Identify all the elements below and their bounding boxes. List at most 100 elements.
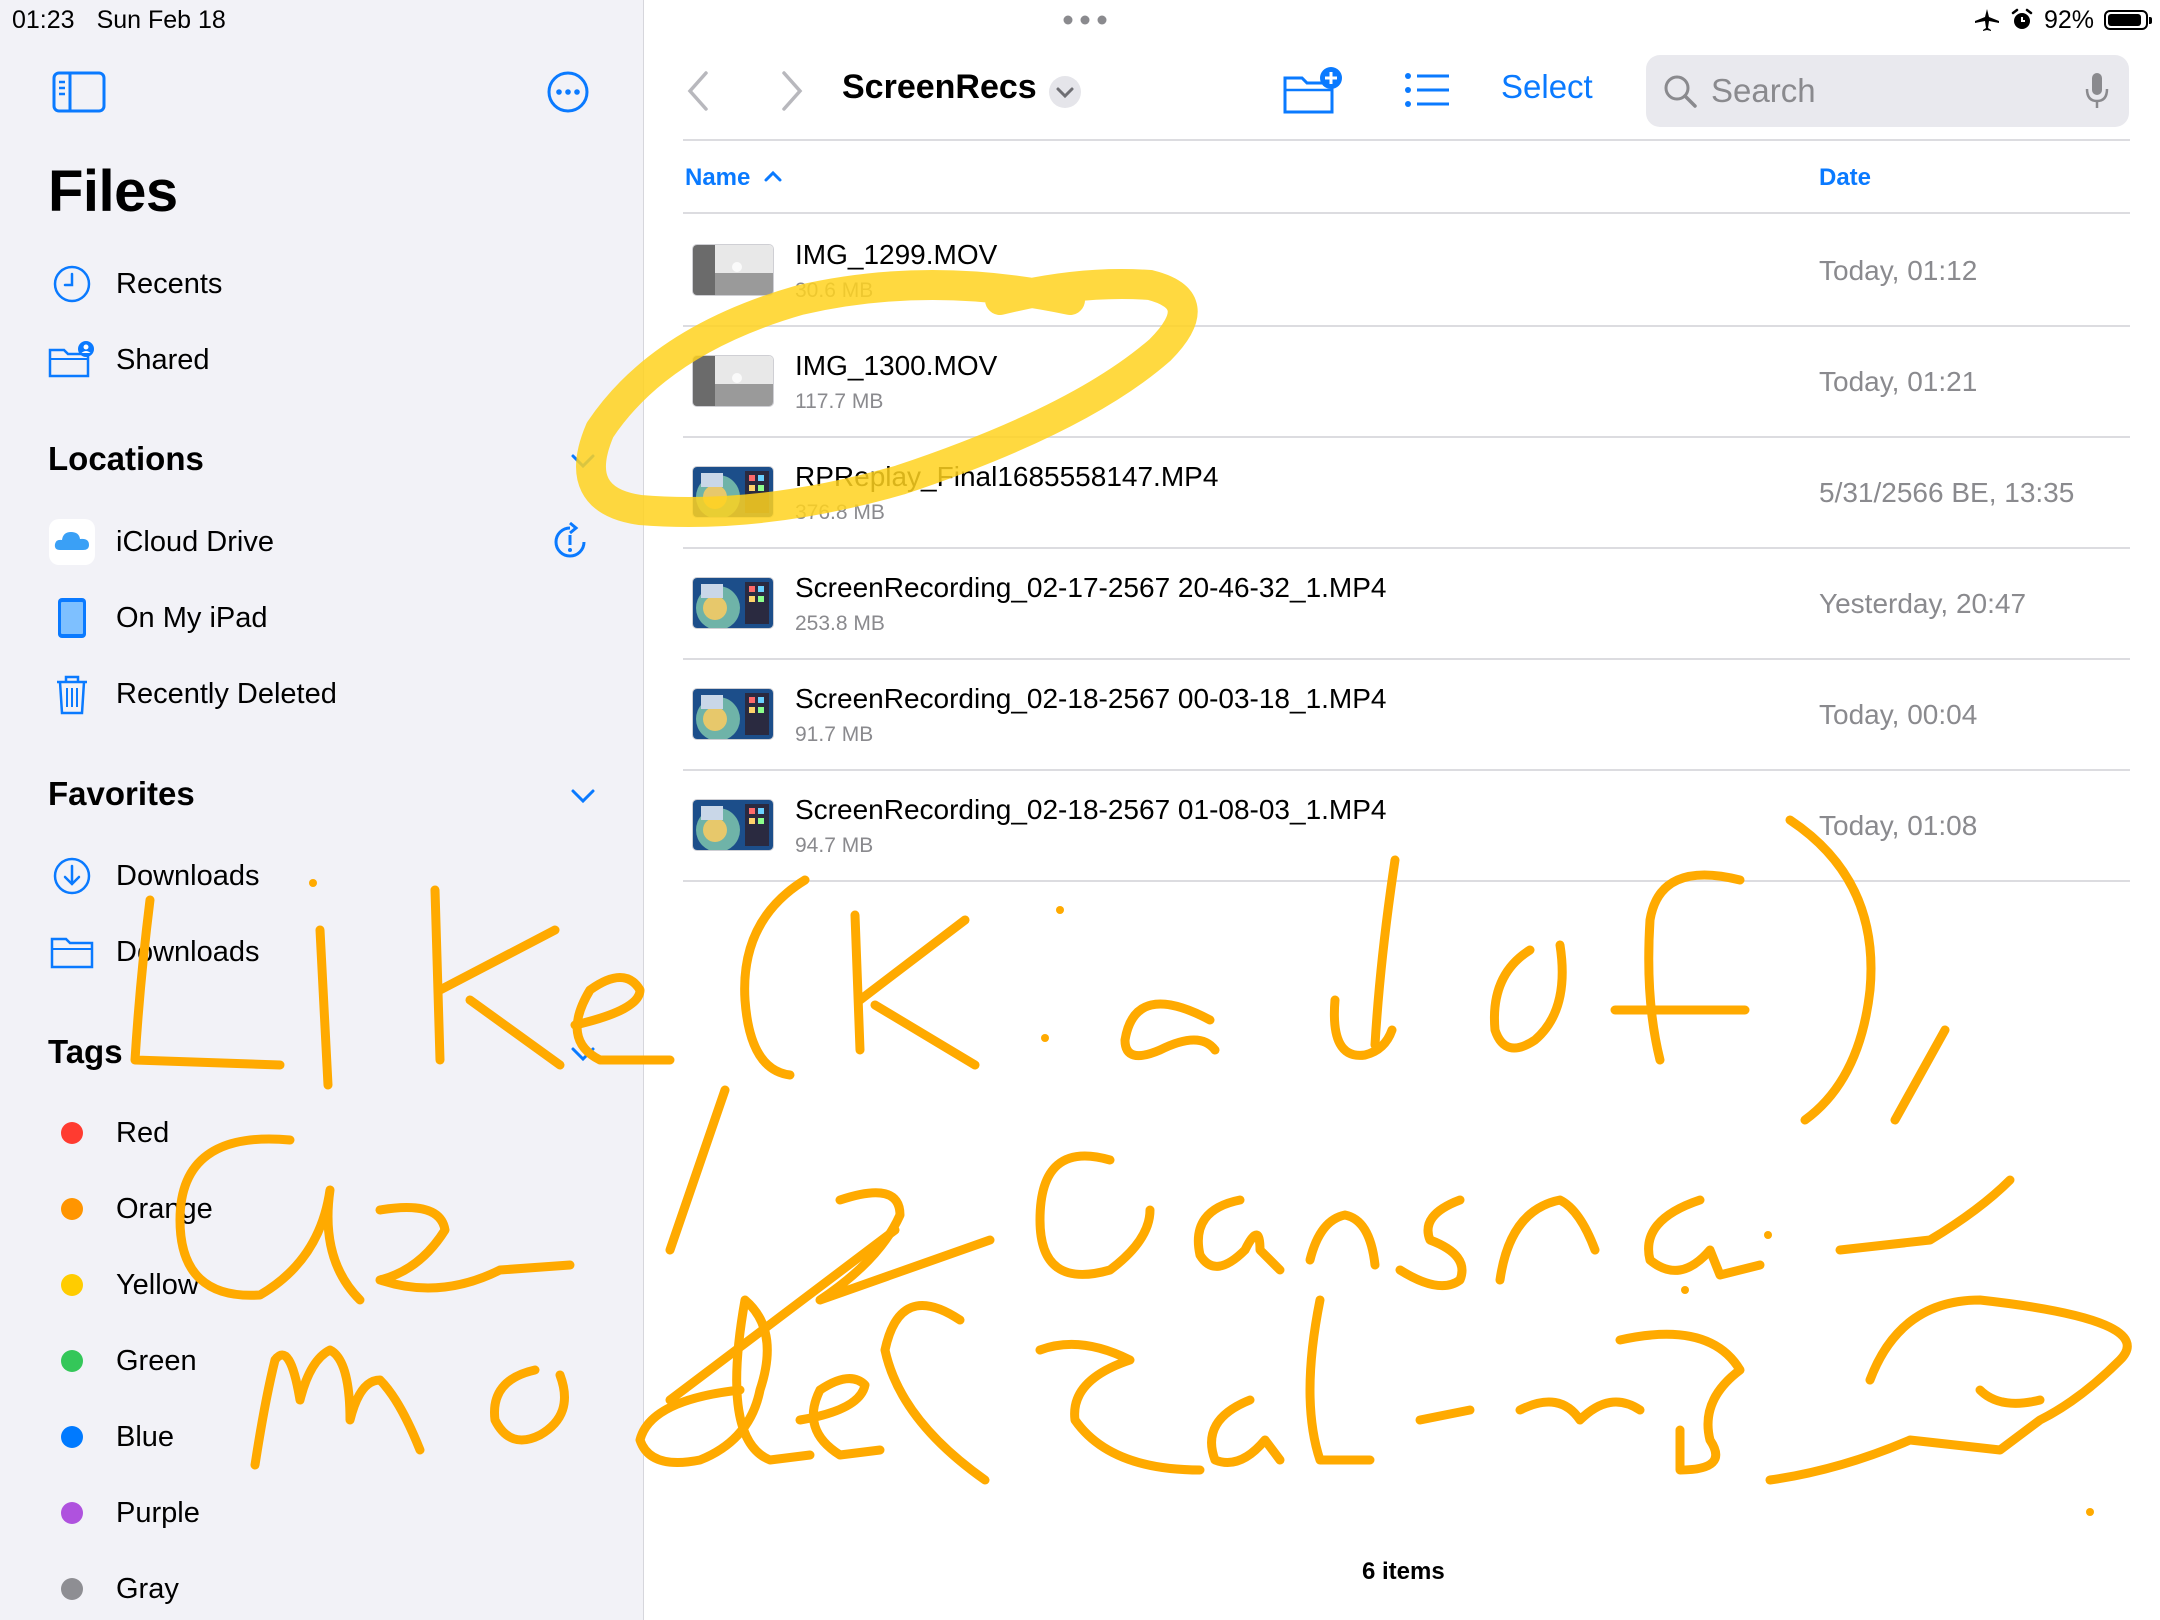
airplane-icon: [1974, 9, 1999, 31]
file-name: ScreenRecording_02-17-2567 20-46-32_1.MP…: [795, 572, 1387, 603]
sidebar-item-on-my-ipad[interactable]: On My iPad: [48, 588, 608, 648]
tag-color-dot: [61, 1426, 83, 1448]
file-name: IMG_1299.MOV: [795, 239, 998, 270]
ipad-icon: [58, 598, 86, 638]
sidebar-item-tag-green[interactable]: Green: [48, 1331, 608, 1391]
sidebar-item-icloud-drive[interactable]: iCloud Drive: [48, 512, 608, 572]
column-header-date[interactable]: Date: [1819, 164, 1871, 192]
sidebar-item-tag-yellow[interactable]: Yellow: [48, 1255, 608, 1315]
sidebar-item-downloads-folder[interactable]: Downloads: [48, 922, 608, 982]
tag-color-dot: [61, 1578, 83, 1600]
status-date: Sun Feb 18: [96, 6, 226, 34]
chevron-down-icon[interactable]: [570, 787, 596, 805]
tag-color-dot: [61, 1502, 83, 1524]
file-row[interactable]: RPReplay_Final1685558147.MP4 376.8 MB 5/31…: [683, 437, 2130, 547]
file-date: Today, 01:08: [1819, 810, 1978, 841]
file-row[interactable]: ScreenRecording_02-18-2567 00-03-18_1.MP…: [683, 659, 2130, 769]
file-row[interactable]: IMG_1300.MOV 117.7 MB Today, 01:21: [683, 326, 2130, 436]
file-name: ScreenRecording_02-18-2567 01-08-03_1.MP…: [795, 794, 1387, 825]
back-chevron-icon[interactable]: [686, 70, 710, 112]
sync-warning-icon[interactable]: [548, 520, 592, 564]
status-bar-right: 92%: [1974, 0, 2152, 40]
file-row[interactable]: IMG_1299.MOV 30.6 MB Today, 01:12: [683, 215, 2130, 325]
sidebar-item-tag-blue[interactable]: Blue: [48, 1407, 608, 1467]
file-thumbnail: [693, 800, 773, 850]
file-size: 91.7 MB: [795, 723, 874, 746]
status-time: 01:23: [12, 6, 75, 34]
folder-icon: [50, 937, 94, 969]
file-thumbnail: [693, 467, 773, 517]
search-placeholder: Search: [1711, 72, 1816, 109]
tag-color-dot: [61, 1274, 83, 1296]
sidebar-item-tag-orange[interactable]: Orange: [48, 1179, 608, 1239]
sidebar-item-label: Gray: [116, 1572, 179, 1605]
battery-fill: [2108, 14, 2141, 26]
tag-color-dot: [61, 1350, 83, 1372]
search-field[interactable]: Search: [1646, 55, 2129, 127]
folder-options-chevron-icon[interactable]: [1048, 75, 1082, 109]
file-size: 30.6 MB: [795, 279, 874, 302]
sort-ascending-icon: [764, 170, 782, 182]
sidebar-item-label: Recently Deleted: [116, 677, 337, 710]
file-size: 94.7 MB: [795, 834, 874, 857]
file-name: IMG_1300.MOV: [795, 350, 998, 381]
sidebar-item-label: iCloud Drive: [116, 525, 274, 558]
file-thumbnail: [693, 578, 773, 628]
folder-title[interactable]: ScreenRecs: [842, 68, 1037, 107]
sidebar-item-tag-gray[interactable]: Gray: [48, 1559, 608, 1619]
file-thumbnail: [693, 245, 773, 295]
sidebar-item-recents[interactable]: Recents: [48, 254, 608, 314]
file-date: Today, 01:21: [1819, 366, 1978, 397]
file-date: 5/31/2566 BE, 13:35: [1819, 477, 2075, 508]
sidebar-item-shared[interactable]: Shared: [48, 330, 608, 390]
sidebar-item-label: Downloads: [116, 935, 260, 968]
file-row[interactable]: ScreenRecording_02-18-2567 01-08-03_1.MP…: [683, 770, 2130, 880]
column-name-label: Name: [685, 164, 751, 191]
search-icon: [1664, 75, 1697, 108]
more-options-icon[interactable]: [546, 70, 590, 114]
icloud-icon: [49, 519, 95, 565]
alarm-icon: [2011, 8, 2033, 29]
new-folder-icon[interactable]: [1282, 66, 1344, 114]
section-heading-locations: Locations: [48, 440, 204, 477]
sidebar-item-downloads[interactable]: Downloads: [48, 846, 608, 906]
items-count: 6 items: [1362, 1558, 1445, 1585]
chevron-down-icon[interactable]: [570, 452, 596, 470]
battery-percent: 92%: [2043, 6, 2094, 34]
sidebar-item-label: Green: [116, 1344, 197, 1377]
sidebar-item-tag-red[interactable]: Red: [48, 1103, 608, 1163]
sidebar-item-label: Downloads: [116, 859, 260, 892]
sidebar-item-label: On My iPad: [116, 601, 268, 634]
sidebar-item-label: Shared: [116, 343, 210, 376]
download-circle-icon: [53, 857, 91, 895]
file-thumbnail: [693, 356, 773, 406]
file-size: 253.8 MB: [795, 612, 885, 635]
status-bar-left: 01:23 Sun Feb 18: [12, 0, 248, 40]
select-button[interactable]: Select: [1501, 68, 1593, 106]
file-name: RPReplay_Final1685558147.MP4: [795, 461, 1219, 492]
file-thumbnail: [693, 689, 773, 739]
sidebar-item-label: Orange: [116, 1192, 213, 1225]
sidebar-item-label: Purple: [116, 1496, 200, 1529]
microphone-icon[interactable]: [2084, 71, 2110, 111]
sidebar-item-tag-purple[interactable]: Purple: [48, 1483, 608, 1543]
sidebar-title: Files: [48, 159, 178, 224]
multitasking-dots-icon[interactable]: [1062, 14, 1108, 26]
sidebar-item-recently-deleted[interactable]: Recently Deleted: [48, 664, 608, 724]
tag-color-dot: [61, 1198, 83, 1220]
row-divider: [683, 880, 2130, 882]
column-header-name[interactable]: Name: [685, 164, 783, 192]
sidebar-item-label: Recents: [116, 267, 223, 300]
sidebar: Files Recents Shared Locations iCloud Dr…: [0, 0, 644, 1620]
file-row[interactable]: ScreenRecording_02-17-2567 20-46-32_1.MP…: [683, 548, 2130, 658]
sidebar-item-label: Red: [116, 1116, 170, 1149]
forward-chevron-icon[interactable]: [780, 70, 804, 112]
file-size: 117.7 MB: [795, 390, 884, 413]
list-view-icon[interactable]: [1404, 72, 1450, 108]
sidebar-item-label: Blue: [116, 1420, 175, 1453]
file-date: Yesterday, 20:47: [1819, 588, 2027, 619]
file-name: ScreenRecording_02-18-2567 00-03-18_1.MP…: [795, 683, 1387, 714]
chevron-down-icon[interactable]: [570, 1045, 596, 1063]
trash-icon: [57, 675, 87, 715]
sidebar-toggle-icon[interactable]: [52, 71, 106, 113]
